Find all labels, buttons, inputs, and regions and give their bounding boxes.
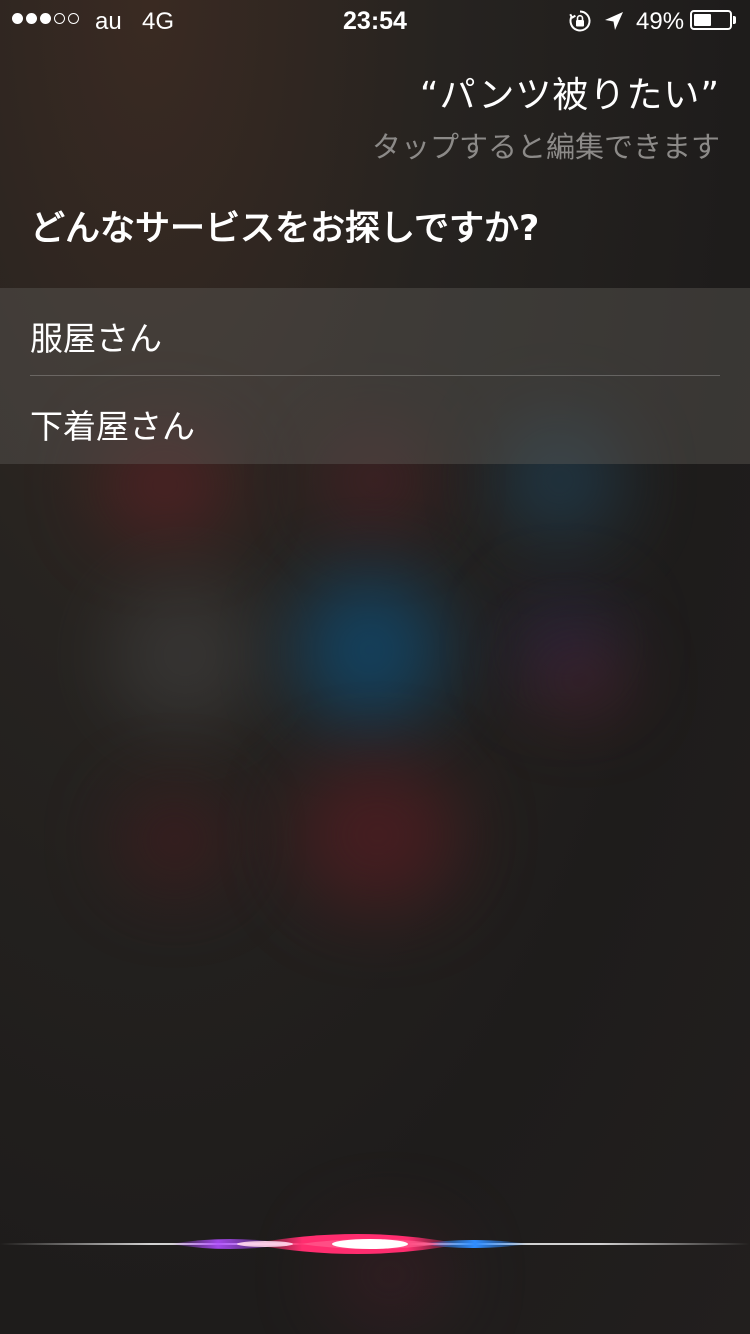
rotation-lock-icon [569,10,591,32]
battery-icon [690,10,732,30]
battery-tip [733,16,736,24]
blurred-app-icon [535,650,625,710]
siri-utterance[interactable]: “パンツ被りたい” [420,66,720,118]
blurred-app-icon [295,575,445,725]
blurred-app-icon [110,580,260,730]
battery-percentage: 49% [636,8,685,35]
siri-question: どんなサービスをお探しですか? [30,209,540,249]
option-label: 服屋さん [30,319,162,358]
service-options-list: 服屋さん 下着屋さん [0,288,750,464]
option-underwear-store[interactable]: 下着屋さん [0,376,750,464]
status-bar: au 4G 23:54 49% [0,0,750,42]
option-label: 下着屋さん [30,407,195,446]
tap-to-edit-hint: タップすると編集できます [371,130,720,164]
blurred-app-icon [295,760,460,910]
location-arrow-icon [605,12,623,30]
battery-level-fill [694,14,711,26]
siri-waveform[interactable] [0,1214,750,1274]
blurred-app-icon [120,790,230,890]
siri-screen: au 4G 23:54 49% “パンツ被りたい” タップすると編集できます ど… [0,0,750,1334]
option-clothing-store[interactable]: 服屋さん [0,288,750,376]
